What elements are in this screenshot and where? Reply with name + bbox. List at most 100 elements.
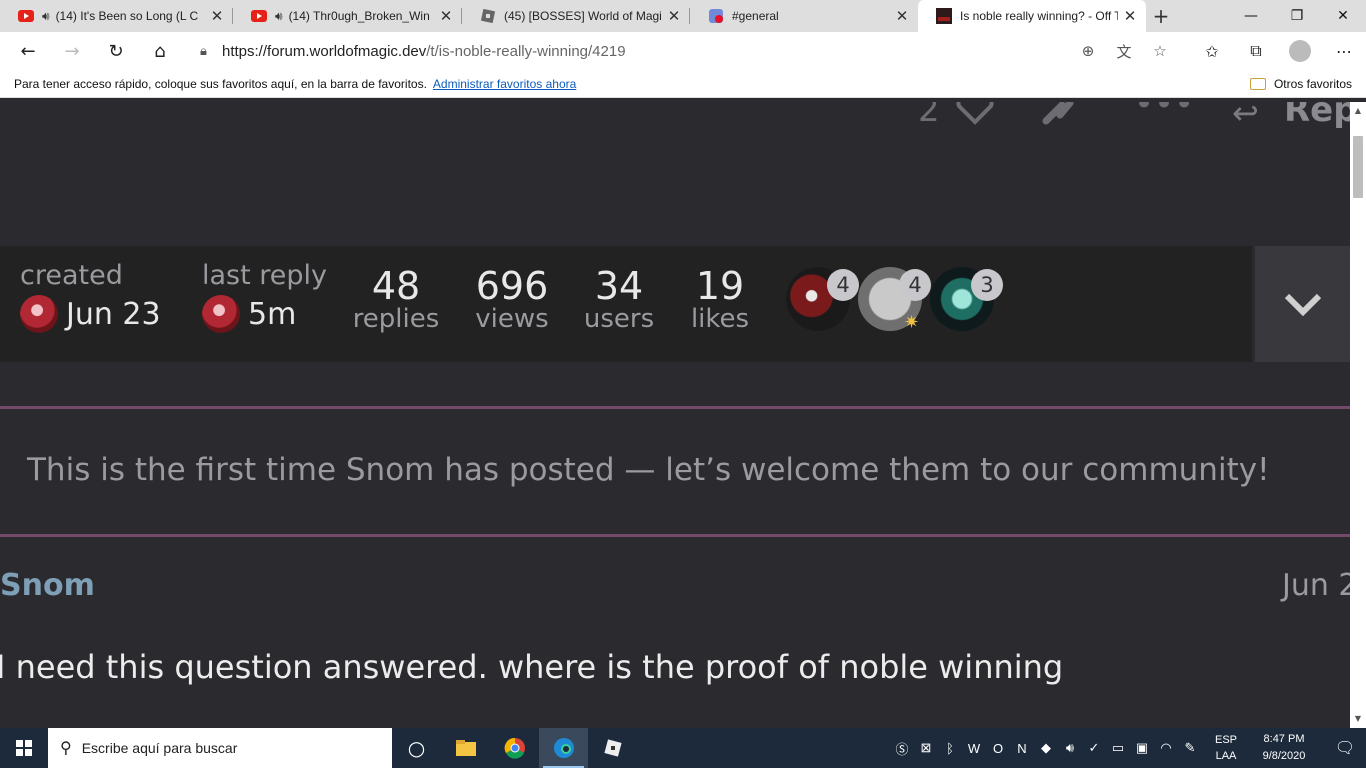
forward-icon[interactable]: → <box>50 32 94 70</box>
scroll-down-icon[interactable]: ▼ <box>1350 712 1366 726</box>
start-button[interactable] <box>0 728 48 768</box>
likes-count: 19 <box>695 264 745 308</box>
more-icon[interactable]: ••• <box>1134 102 1194 124</box>
close-tab-icon[interactable]: ✕ <box>438 7 454 25</box>
profile-avatar-icon[interactable] <box>1278 32 1322 70</box>
roblox-icon <box>480 8 496 24</box>
collections-icon[interactable]: ⧉ <box>1234 32 1278 70</box>
roblox-icon[interactable] <box>588 728 637 768</box>
skype-icon[interactable]: Ⓢ <box>890 739 914 758</box>
scrollbar-thumb[interactable] <box>1353 136 1363 198</box>
shield-check-icon[interactable]: ✓ <box>1082 740 1106 756</box>
browser-tab-4[interactable]: #general ✕ <box>690 0 918 32</box>
edge-icon[interactable] <box>539 728 588 768</box>
manage-favorites-link[interactable]: Administrar favoritos ahora <box>433 77 576 91</box>
back-icon[interactable]: ← <box>6 32 50 70</box>
onenote-icon[interactable]: N <box>1010 741 1034 756</box>
tab-title: #general <box>732 9 779 23</box>
post-author[interactable]: Snom <box>0 568 95 603</box>
url-host: https://forum.worldofmagic.dev <box>222 42 427 60</box>
forum-icon <box>936 8 952 24</box>
browser-tab-3[interactable]: (45) [BOSSES] World of Magic ✕ <box>462 0 690 32</box>
task-view-icon[interactable]: ○ <box>392 728 441 768</box>
tab-title: (14) It's Been so Long (L C <box>55 9 199 23</box>
other-favorites-button[interactable]: Otros favoritos <box>1249 70 1352 98</box>
favorites-list-icon[interactable]: ✩ <box>1190 32 1234 70</box>
battery-icon[interactable]: ▭ <box>1106 740 1130 756</box>
speaker-icon[interactable]: 🔊︎ <box>275 9 283 24</box>
like-count: 2 <box>918 102 940 130</box>
new-tab-button[interactable]: + <box>1146 0 1176 32</box>
participant-post-count-2: 4 <box>899 269 931 301</box>
lock-tray-icon[interactable]: ▣ <box>1130 740 1154 756</box>
close-tab-icon[interactable]: ✕ <box>209 7 225 25</box>
tab-strip: 🔊︎ (14) It's Been so Long (L C ✕ 🔊︎ (14)… <box>0 0 1366 32</box>
close-window-icon[interactable]: ✕ <box>1320 0 1366 32</box>
lock-icon[interactable]: 🔒︎ <box>200 44 222 59</box>
youtube-icon <box>18 8 34 24</box>
close-tab-icon[interactable]: ✕ <box>666 7 682 25</box>
first-post-notice: This is the first time Snom has posted —… <box>27 452 1270 488</box>
page-scrollbar[interactable]: ▲ ▼ <box>1350 102 1366 728</box>
file-explorer-icon[interactable] <box>441 728 490 768</box>
speaker-icon[interactable]: 🔊︎ <box>42 9 50 24</box>
heart-icon[interactable] <box>954 102 996 135</box>
refresh-icon[interactable]: ↻ <box>94 32 138 70</box>
language-indicator[interactable]: ESP LAA <box>1208 732 1244 764</box>
wifi-icon[interactable]: ◠ <box>1154 740 1178 756</box>
search-icon: ⚲ <box>60 740 72 757</box>
created-label: created <box>20 260 123 291</box>
tab-title: Is noble really winning? - Off T <box>960 9 1118 23</box>
reply-arrow-icon[interactable]: ↩ <box>1232 102 1259 132</box>
url-text[interactable]: https://forum.worldofmagic.dev/t/is-nobl… <box>222 43 1070 60</box>
address-bar[interactable]: 🔒︎ https://forum.worldofmagic.dev/t/is-n… <box>188 36 1178 66</box>
antivirus-icon[interactable]: ⊠ <box>914 740 938 756</box>
volume-icon[interactable]: 🔊︎ <box>1058 740 1082 756</box>
browser-tab-5[interactable]: Is noble really winning? - Off T ✕ <box>918 0 1146 32</box>
opera-icon[interactable]: O <box>986 741 1010 756</box>
chevron-down-icon <box>1284 293 1321 316</box>
taskbar-search[interactable]: ⚲ Escribe aquí para buscar <box>48 728 392 768</box>
close-tab-icon[interactable]: ✕ <box>894 7 910 25</box>
pen-icon[interactable]: ✎ <box>1178 740 1202 756</box>
folder-icon <box>1249 78 1266 90</box>
browser-tab-2[interactable]: 🔊︎ (14) Thr0ugh_Broken_Win ✕ <box>233 0 462 32</box>
minimize-icon[interactable]: — <box>1228 0 1274 32</box>
taskbar: ⚲ Escribe aquí para buscar ○ Ⓢ ⊠ ᛒ W O N… <box>0 728 1366 768</box>
reply-button-label[interactable]: Rep <box>1284 102 1350 130</box>
app-tray-icon[interactable]: ◆ <box>1034 740 1058 756</box>
post-actions: 2 ••• ↩ Rep <box>910 102 1350 136</box>
word-icon[interactable]: W <box>962 741 986 756</box>
created-date: Jun 23 <box>66 296 161 332</box>
more-menu-icon[interactable]: ⋯ <box>1322 32 1366 70</box>
close-tab-icon[interactable]: ✕ <box>1122 7 1138 25</box>
expand-topic-map-button[interactable] <box>1255 246 1350 362</box>
youtube-icon <box>251 8 267 24</box>
replies-count: 48 <box>371 264 421 308</box>
chrome-icon[interactable] <box>490 728 539 768</box>
created-info: created Jun 23 <box>20 260 161 333</box>
views-count: 696 <box>475 264 549 308</box>
home-icon[interactable]: ⌂ <box>138 32 182 70</box>
restore-icon[interactable]: ❐ <box>1274 0 1320 32</box>
add-icon[interactable]: ⊕ <box>1070 42 1106 60</box>
toolbar-right: ✩ ⧉ ⋯ <box>1190 32 1366 70</box>
likes-label: likes <box>690 304 750 334</box>
scroll-up-icon[interactable]: ▲ <box>1350 104 1366 118</box>
favorite-star-icon[interactable]: ☆ <box>1142 42 1178 60</box>
clock-time: 8:47 PM <box>1263 733 1305 745</box>
notification-icon[interactable]: 🗨︎ <box>1324 738 1366 758</box>
participant-post-count-3: 3 <box>971 269 1003 301</box>
bluetooth-icon[interactable]: ᛒ <box>938 741 962 756</box>
last-reply-label: last reply <box>202 260 328 291</box>
clock[interactable]: 8:47 PM 9/8/2020 <box>1244 731 1324 765</box>
avatar[interactable] <box>20 295 58 333</box>
discord-icon <box>708 8 724 24</box>
other-favorites-label: Otros favoritos <box>1273 77 1352 91</box>
windows-logo-icon <box>16 740 32 756</box>
post-date[interactable]: Jun 2 <box>1282 568 1350 603</box>
share-link-icon[interactable] <box>1040 102 1080 134</box>
avatar[interactable] <box>202 295 240 333</box>
browser-tab-1[interactable]: 🔊︎ (14) It's Been so Long (L C ✕ <box>0 0 233 32</box>
translate-icon[interactable]: 文 <box>1106 41 1142 62</box>
